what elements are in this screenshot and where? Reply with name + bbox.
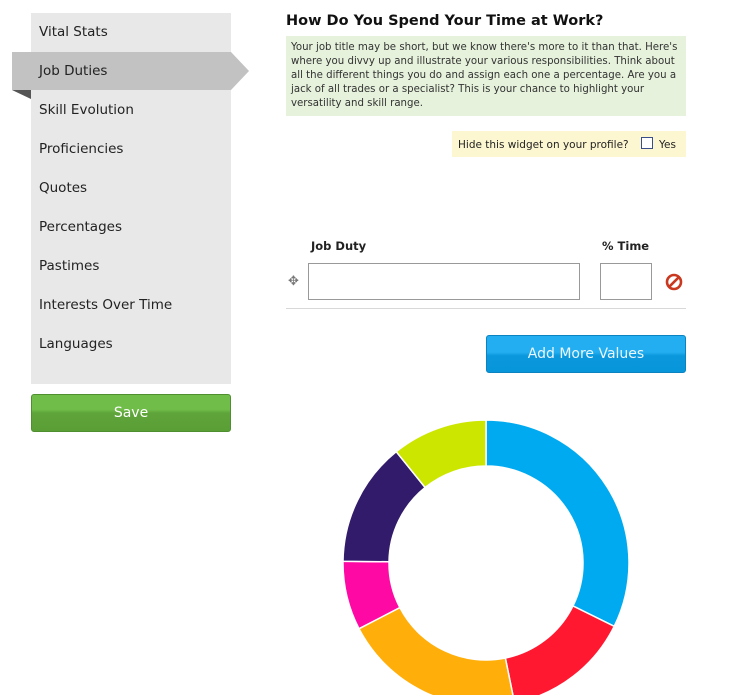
donut-slice-4: [342, 560, 401, 630]
hide-widget-box: Hide this widget on your profile? Yes: [452, 131, 686, 157]
donut-slice-1: [485, 419, 630, 628]
sidebar-nav: Vital Stats Job Duties Skill Evolution P…: [12, 13, 249, 384]
sidebar-item-interests-over-time[interactable]: Interests Over Time: [31, 286, 231, 324]
row-divider: [286, 308, 686, 309]
sidebar-item-percentages[interactable]: Percentages: [31, 208, 231, 246]
remove-icon[interactable]: [665, 273, 683, 291]
sidebar-item-quotes[interactable]: Quotes: [31, 169, 231, 207]
sidebar-item-job-duties[interactable]: Job Duties: [12, 52, 249, 99]
save-button[interactable]: Save: [31, 394, 231, 432]
description-box: Your job title may be short, but we know…: [286, 36, 686, 116]
sidebar-item-pastimes[interactable]: Pastimes: [31, 247, 231, 285]
move-icon[interactable]: ✥: [288, 275, 299, 289]
sidebar-item-label: Job Duties: [39, 63, 108, 79]
donut-slice-2: [504, 604, 616, 695]
time-header: % Time: [602, 239, 650, 253]
ribbon-fold: [12, 90, 31, 99]
job-duty-input[interactable]: [308, 263, 580, 300]
hide-widget-checkbox[interactable]: [641, 137, 653, 149]
hide-widget-yes-label[interactable]: Yes: [659, 139, 676, 151]
sidebar-item-languages[interactable]: Languages: [31, 325, 231, 363]
sidebar-item-vital-stats[interactable]: Vital Stats: [31, 13, 231, 51]
active-arrow: [231, 52, 249, 90]
add-more-values-button[interactable]: Add More Values: [486, 335, 686, 373]
donut-slice-5: [342, 450, 427, 563]
donut-slice-3: [357, 606, 514, 695]
time-percent-input[interactable]: [600, 263, 652, 300]
sidebar-item-skill-evolution[interactable]: Skill Evolution: [31, 91, 231, 129]
sidebar-item-proficiencies[interactable]: Proficiencies: [31, 130, 231, 168]
hide-widget-label: Hide this widget on your profile?: [458, 139, 629, 151]
page-title: How Do You Spend Your Time at Work?: [286, 13, 604, 29]
job-duty-header: Job Duty: [311, 239, 367, 253]
donut-slice-6: [395, 419, 487, 489]
